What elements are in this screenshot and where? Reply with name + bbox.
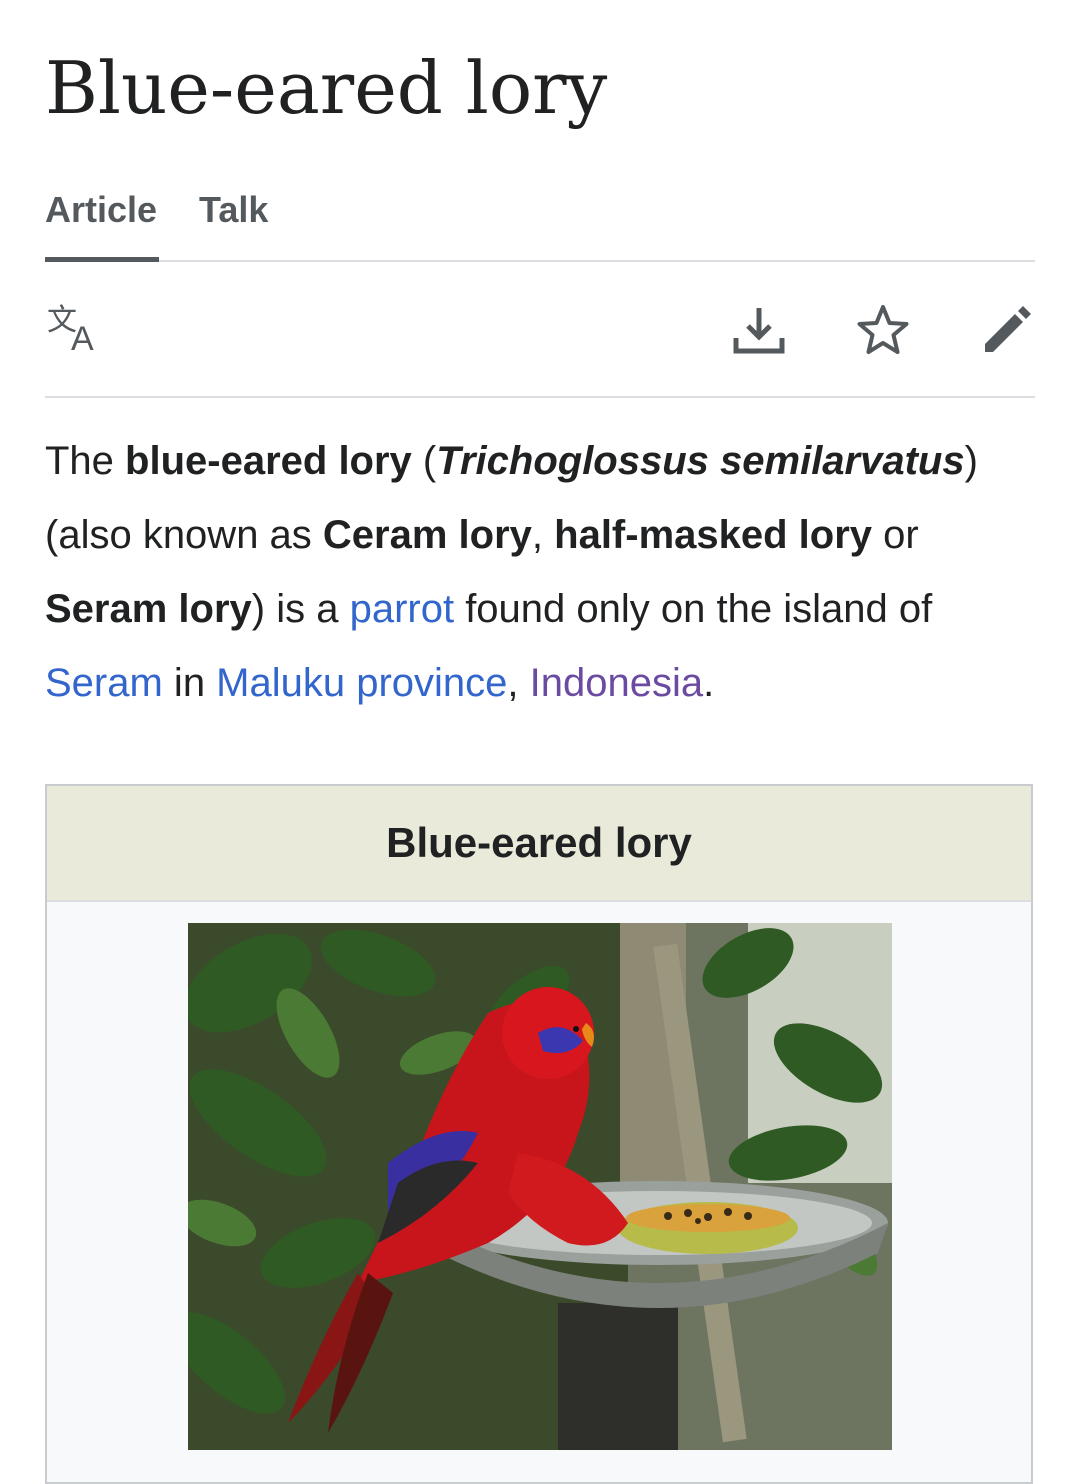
bold-term-half-masked-lory: half-masked lory	[554, 513, 873, 557]
lead-text: .	[703, 661, 715, 705]
link-parrot[interactable]: parrot	[350, 587, 455, 631]
page-title: Blue-eared lory	[45, 46, 608, 130]
link-seram[interactable]: Seram	[45, 661, 163, 705]
lead-text: (	[411, 439, 437, 483]
tab-article[interactable]: Article	[45, 184, 159, 262]
star-icon[interactable]	[853, 300, 913, 360]
edit-pencil-icon[interactable]	[977, 300, 1037, 360]
bold-term-seram-lory: Seram lory	[45, 587, 252, 631]
lead-text: or	[872, 513, 919, 557]
bold-term-blue-eared-lory: blue-eared lory	[125, 439, 412, 483]
language-icon[interactable]: 文 A	[45, 300, 105, 360]
link-indonesia[interactable]: Indonesia	[530, 661, 703, 705]
binomial-name: Trichoglossus semilarvatus	[436, 439, 964, 483]
page-actions-toolbar: 文 A	[45, 262, 1035, 398]
download-icon[interactable]	[729, 300, 789, 360]
lead-text: ,	[507, 661, 530, 705]
lead-text: found only on the island of	[454, 587, 933, 631]
lead-text: ) is a	[251, 587, 350, 631]
lead-text: ,	[531, 513, 555, 557]
infobox-title: Blue-eared lory	[47, 786, 1031, 902]
lead-text: in	[162, 661, 217, 705]
page-tabs: Article Talk	[45, 184, 1035, 262]
link-maluku-province[interactable]: Maluku province	[216, 661, 507, 705]
infobox-image-parrot[interactable]	[188, 923, 892, 1450]
svg-text:A: A	[71, 320, 94, 358]
binomial-name-text: Trichoglossus semilarvatus	[436, 439, 965, 483]
lead-text: The	[45, 439, 126, 483]
lead-paragraph: The blue-eared lory (Trichoglossus semil…	[45, 424, 1040, 720]
bold-term-ceram-lory: Ceram lory	[322, 513, 532, 557]
tab-talk[interactable]: Talk	[199, 184, 268, 260]
infobox: Blue-eared lory	[45, 784, 1033, 1484]
